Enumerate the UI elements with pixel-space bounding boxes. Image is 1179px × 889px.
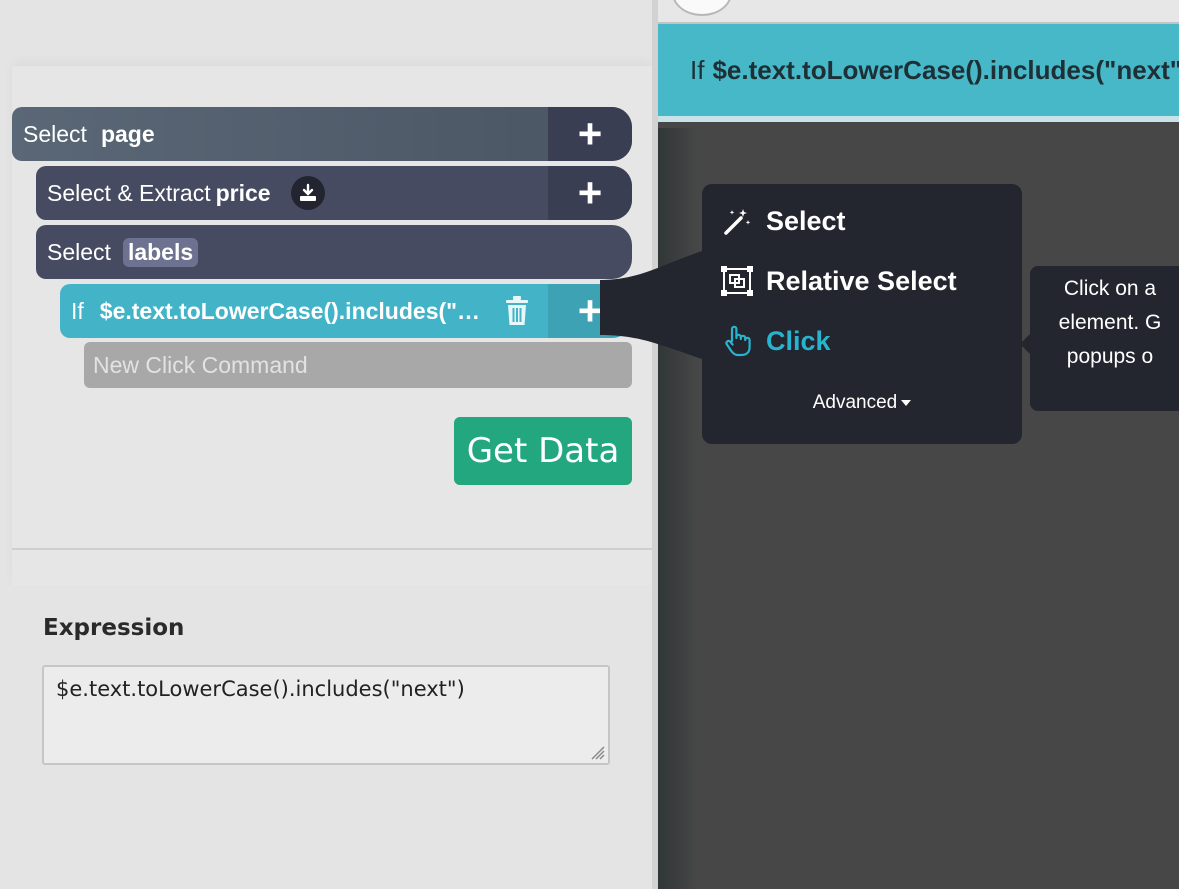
magic-wand-icon <box>720 204 754 238</box>
menu-item-label: Relative Select <box>766 265 957 296</box>
browser-view: If $e.text.toLowerCase().includes("next"… <box>658 0 1179 889</box>
menu-item-relative-select[interactable]: Relative Select <box>720 264 957 298</box>
command-select-labels[interactable]: Select labels <box>36 225 632 279</box>
menu-item-click[interactable]: Click <box>720 324 831 358</box>
add-command-button[interactable]: + <box>548 166 632 220</box>
add-command-button[interactable]: + <box>548 107 632 161</box>
expression-textarea[interactable]: $e.text.toLowerCase().includes("next") <box>42 665 610 765</box>
command-select-page[interactable]: Select page + <box>12 107 632 161</box>
command-select-extract-price[interactable]: Select & Extract price + <box>36 166 632 220</box>
expression-label: Expression <box>43 615 185 641</box>
advanced-toggle[interactable]: Advanced <box>702 392 1022 414</box>
left-panel: Select page + Select & Extract price + S… <box>0 0 652 889</box>
menu-item-label: Click <box>766 325 831 356</box>
command-if[interactable]: If $e.text.toLowerCase().includes("next"… <box>60 284 632 338</box>
help-tooltip: Click on a element. G popups o <box>1030 266 1179 411</box>
command-label: Select & Extract <box>47 179 211 206</box>
pointer-hand-icon <box>720 324 754 358</box>
get-data-button[interactable]: Get Data <box>454 417 632 485</box>
new-click-command[interactable]: New Click Command <box>84 342 632 388</box>
command-label: Select <box>23 120 87 147</box>
caret-down-icon <box>901 399 912 406</box>
menu-item-select[interactable]: Select <box>720 204 846 238</box>
command-label: If <box>71 297 84 324</box>
advanced-label: Advanced <box>812 392 898 413</box>
nav-button[interactable] <box>672 0 732 16</box>
command-label: Select <box>47 238 111 265</box>
tooltip-line: popups o <box>1066 345 1154 368</box>
banner-prefix: If <box>690 54 705 85</box>
divider <box>12 548 652 550</box>
menu-connector <box>600 250 705 360</box>
command-type-menu: Select Relative Select Click Advanced <box>702 184 1022 444</box>
menu-item-label: Select <box>766 205 846 236</box>
download-icon[interactable] <box>290 176 325 210</box>
trash-icon[interactable] <box>502 294 532 328</box>
condition-banner: If $e.text.toLowerCase().includes("next"… <box>658 24 1179 122</box>
address-bar <box>658 0 1179 24</box>
relative-select-icon <box>720 264 754 298</box>
tooltip-line: Click on a <box>1063 277 1157 300</box>
banner-expression: $e.text.toLowerCase().includes("next") <box>712 54 1179 85</box>
tooltip-arrow <box>1020 334 1030 354</box>
tooltip-line: element. G <box>1058 311 1162 334</box>
expression-value: $e.text.toLowerCase().includes("next") <box>56 677 465 701</box>
command-target[interactable]: page <box>101 121 155 148</box>
command-target[interactable]: price <box>216 180 271 207</box>
command-target[interactable]: labels <box>122 237 199 267</box>
resize-handle-icon[interactable] <box>586 741 606 761</box>
overlay-shadow <box>658 128 698 889</box>
condition-expression[interactable]: $e.text.toLowerCase().includes("next") <box>100 298 490 325</box>
